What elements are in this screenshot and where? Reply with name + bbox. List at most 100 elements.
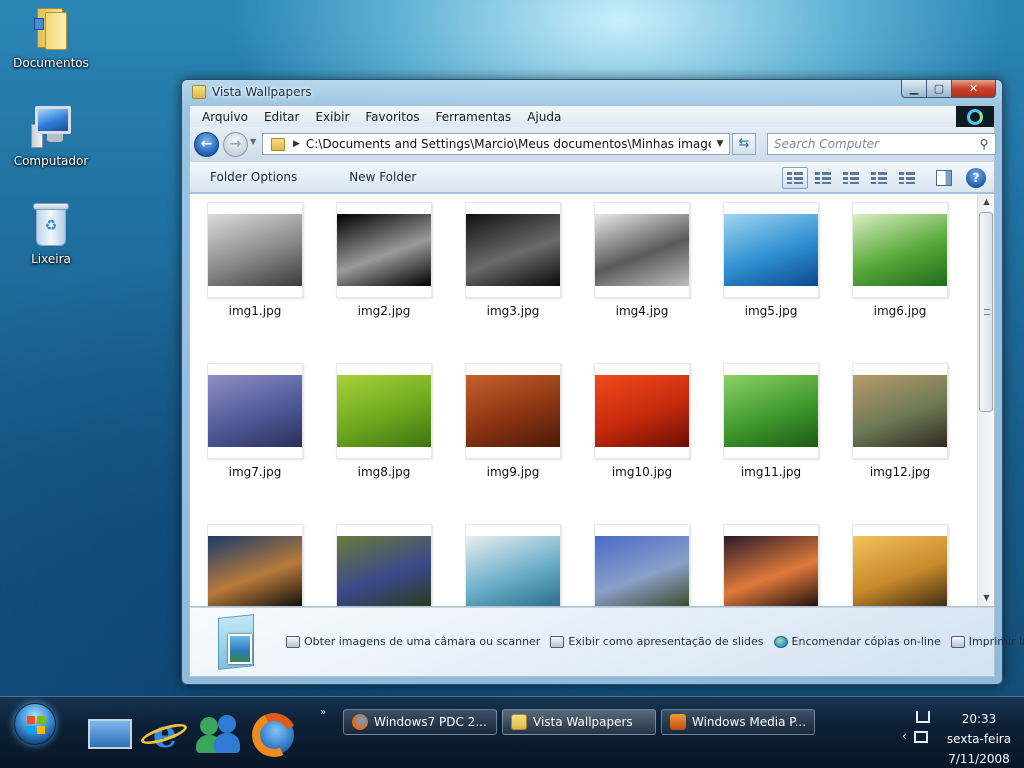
details-actions: Obter imagens de uma câmara ou scanner E…: [286, 635, 1024, 648]
file-item[interactable]: img7.jpg: [200, 363, 310, 479]
windows-logo-icon: [967, 109, 983, 125]
file-item[interactable]: img8.jpg: [329, 363, 439, 479]
file-item[interactable]: img16.jpg: [587, 524, 697, 606]
preview-pane-button[interactable]: [936, 170, 952, 186]
firefox-icon: [245, 706, 303, 764]
scroll-down-icon[interactable]: ▼: [978, 590, 994, 606]
file-item[interactable]: img11.jpg: [716, 363, 826, 479]
details-pane: Obter imagens de uma câmara ou scanner E…: [189, 607, 1024, 677]
taskbar-button-media-player[interactable]: Windows Media P...: [661, 709, 815, 735]
slideshow-button[interactable]: Exibir como apresentação de slides: [550, 635, 764, 648]
file-item[interactable]: img1.jpg: [200, 202, 310, 318]
breadcrumb-arrow-icon[interactable]: ▶: [293, 139, 300, 149]
close-button[interactable]: ✕: [952, 80, 996, 98]
clock-date: 7/11/2008: [948, 752, 1010, 766]
view-icons-button[interactable]: [838, 167, 864, 189]
folder-options-button[interactable]: Folder Options: [190, 170, 297, 184]
windows-logo: [956, 106, 994, 128]
file-view: img1.jpg img2.jpg img3.jpg img4.jpg img5.jpg…: [189, 194, 995, 607]
menu-exibir[interactable]: Exibir: [307, 107, 357, 127]
thumbnail-frame: [465, 524, 561, 606]
image-thumbnail: [724, 214, 818, 286]
file-item[interactable]: img3.jpg: [458, 202, 568, 318]
view-content-button[interactable]: [894, 167, 920, 189]
address-bar[interactable]: ▶ C:\Documents and Settings\Marcio\Meus …: [262, 133, 730, 155]
title-bar[interactable]: Vista Wallpapers ▁ ▢ ✕: [182, 80, 1002, 104]
image-thumbnail: [595, 375, 689, 447]
file-name: img4.jpg: [615, 304, 669, 318]
action-label: Exibir como apresentação de slides: [568, 635, 764, 648]
thumbnail-frame: [723, 363, 819, 459]
file-item[interactable]: img2.jpg: [329, 202, 439, 318]
folder-icon: [271, 137, 285, 151]
image-thumbnail: [466, 375, 560, 447]
quicklaunch-show-desktop[interactable]: [86, 711, 134, 759]
menu-ferramentas[interactable]: Ferramentas: [428, 107, 520, 127]
view-list-button[interactable]: [866, 167, 892, 189]
get-pictures-button[interactable]: Obter imagens de uma câmara ou scanner: [286, 635, 540, 648]
order-prints-button[interactable]: Encomendar cópias on-line: [773, 635, 941, 648]
network-icon[interactable]: [916, 711, 930, 723]
menu-favoritos[interactable]: Favoritos: [357, 107, 427, 127]
taskbar-button-firefox[interactable]: Windows7 PDC 2...: [343, 709, 497, 735]
file-name: img3.jpg: [486, 304, 540, 318]
show-hidden-icons-icon[interactable]: ‹: [902, 729, 907, 743]
quicklaunch-overflow-icon[interactable]: »: [320, 707, 326, 718]
search-box: ⚲: [767, 133, 996, 155]
help-button[interactable]: ?: [966, 168, 986, 188]
start-button[interactable]: [14, 703, 56, 745]
view-tiles-button[interactable]: [782, 167, 808, 189]
quicklaunch-firefox[interactable]: [245, 706, 303, 764]
refresh-button[interactable]: ⇆: [732, 133, 756, 155]
print-button[interactable]: Imprimir ima: [950, 635, 1024, 648]
quicklaunch-internet-explorer[interactable]: e: [139, 711, 189, 759]
maximize-button[interactable]: ▢: [927, 80, 952, 98]
image-thumbnail: [595, 536, 689, 606]
file-item[interactable]: img4.jpg: [587, 202, 697, 318]
thumbnail-frame: [594, 202, 690, 298]
minimize-button[interactable]: ▁: [901, 80, 927, 98]
vertical-scrollbar[interactable]: ▲ ▼: [977, 194, 994, 606]
desktop-icon-recycle-bin[interactable]: ♻ Lixeira: [6, 202, 96, 266]
file-item[interactable]: img18.jpg: [845, 524, 955, 606]
explorer-window: Vista Wallpapers ▁ ▢ ✕ Arquivo Editar Ex…: [181, 79, 1024, 685]
scroll-thumb[interactable]: [979, 212, 993, 412]
view-details-button[interactable]: [810, 167, 836, 189]
search-input[interactable]: [774, 135, 973, 153]
file-item[interactable]: img12.jpg: [845, 363, 955, 479]
thumbnail-frame: [723, 202, 819, 298]
thumbnail-frame: [723, 524, 819, 606]
menu-editar[interactable]: Editar: [256, 107, 308, 127]
address-dropdown-icon[interactable]: ▼: [711, 139, 729, 149]
caption-buttons: ▁ ▢ ✕: [901, 80, 996, 98]
file-item[interactable]: img13.jpg: [200, 524, 310, 606]
history-dropdown-icon[interactable]: ▼: [250, 137, 256, 146]
address-path[interactable]: C:\Documents and Settings\Marcio\Meus do…: [306, 137, 711, 151]
quicklaunch-messenger[interactable]: [194, 711, 242, 759]
scroll-up-icon[interactable]: ▲: [978, 194, 994, 210]
file-item[interactable]: img17.jpg: [716, 524, 826, 606]
file-item[interactable]: img9.jpg: [458, 363, 568, 479]
file-name: img6.jpg: [873, 304, 927, 318]
search-icon[interactable]: ⚲: [973, 137, 995, 151]
file-item[interactable]: img14.jpg: [329, 524, 439, 606]
forward-button[interactable]: →: [223, 132, 248, 157]
back-button[interactable]: ←: [194, 132, 219, 157]
arrow-right-icon: →: [229, 136, 242, 152]
file-item[interactable]: img6.jpg: [845, 202, 955, 318]
desktop-icon-documents[interactable]: Documentos: [6, 6, 96, 70]
display-icon[interactable]: [914, 731, 928, 743]
file-item[interactable]: img15.jpg: [458, 524, 568, 606]
menu-arquivo[interactable]: Arquivo: [194, 107, 256, 127]
desktop-icon-computer[interactable]: Computador: [6, 104, 96, 168]
clock[interactable]: 20:33 sexta-feira 7/11/2008: [936, 709, 1022, 768]
file-name: img10.jpg: [611, 465, 673, 479]
new-folder-button[interactable]: New Folder: [329, 170, 416, 184]
printer-icon: [950, 635, 965, 648]
windows-flag-icon: [27, 716, 45, 734]
taskbar-button-vista-wallpapers[interactable]: Vista Wallpapers: [502, 709, 656, 735]
file-item[interactable]: img5.jpg: [716, 202, 826, 318]
menu-ajuda[interactable]: Ajuda: [519, 107, 569, 127]
thumbnail-frame: [207, 202, 303, 298]
file-item[interactable]: img10.jpg: [587, 363, 697, 479]
